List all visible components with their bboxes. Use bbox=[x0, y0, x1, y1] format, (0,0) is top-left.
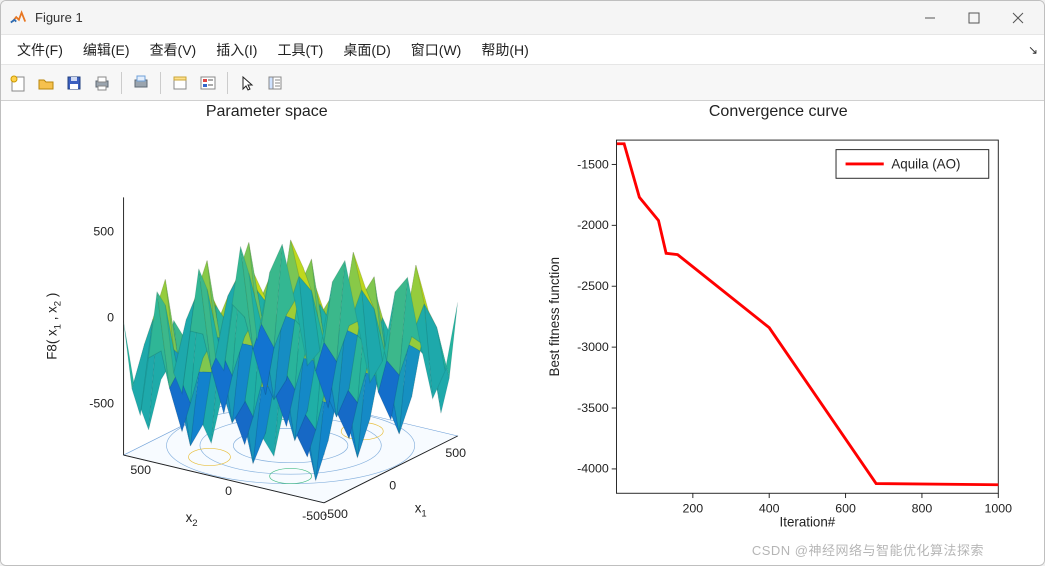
ztick: 500 bbox=[93, 225, 114, 239]
save-icon[interactable] bbox=[61, 70, 87, 96]
maximize-button[interactable] bbox=[952, 3, 996, 33]
xtick: 0 bbox=[389, 478, 396, 492]
xtick: 400 bbox=[758, 501, 779, 515]
pointer-icon[interactable] bbox=[234, 70, 260, 96]
minimize-button[interactable] bbox=[908, 3, 952, 33]
ztick: -500 bbox=[89, 396, 114, 410]
open-icon[interactable] bbox=[33, 70, 59, 96]
menu-edit[interactable]: 编辑(E) bbox=[73, 36, 140, 64]
xlabel: Iteration# bbox=[779, 515, 835, 530]
ytick: 0 bbox=[225, 484, 232, 498]
property-editor-icon[interactable] bbox=[262, 70, 288, 96]
menubar: 文件(F) 编辑(E) 查看(V) 插入(I) 工具(T) 桌面(D) 窗口(W… bbox=[1, 35, 1044, 65]
left-title: Parameter space bbox=[11, 101, 523, 121]
ytick: -3000 bbox=[577, 340, 609, 354]
toolbar bbox=[1, 65, 1044, 101]
matlab-app-icon bbox=[9, 9, 27, 27]
legend[interactable]: Aquila (AO) bbox=[836, 150, 989, 179]
print-icon[interactable] bbox=[89, 70, 115, 96]
menu-window[interactable]: 窗口(W) bbox=[401, 36, 472, 64]
convergence-plot: -4000 -3500 -3000 -2500 -2000 -1500 200 400 600… bbox=[523, 121, 1035, 541]
ylabel: x2 bbox=[186, 510, 198, 529]
close-button[interactable] bbox=[996, 3, 1040, 33]
ytick: -500 bbox=[302, 509, 327, 523]
surface-plot: -500 0 500 -500 0 500 500 0 -5 bbox=[11, 121, 523, 541]
window-title: Figure 1 bbox=[35, 10, 908, 25]
ytick: -3500 bbox=[577, 401, 609, 415]
menu-view[interactable]: 查看(V) bbox=[140, 36, 207, 64]
xtick: 1000 bbox=[984, 501, 1012, 515]
zlabel: F8( x1 , x2 ) bbox=[45, 293, 64, 360]
legend-entry: Aquila (AO) bbox=[891, 157, 960, 172]
axes-convergence-curve[interactable]: Convergence curve -4000 -3500 -3000 -2500 -2… bbox=[523, 101, 1035, 557]
right-title: Convergence curve bbox=[523, 101, 1035, 121]
figure-window: Figure 1 文件(F) 编辑(E) 查看(V) 插入(I) 工具(T) 桌… bbox=[0, 0, 1045, 566]
xtick: 500 bbox=[445, 446, 466, 460]
xlabel: x1 bbox=[415, 500, 427, 519]
undock-icon[interactable]: ↘ bbox=[1028, 43, 1038, 57]
ztick: 0 bbox=[107, 310, 114, 324]
menu-file[interactable]: 文件(F) bbox=[7, 36, 73, 64]
axes-parameter-space[interactable]: Parameter space bbox=[11, 101, 523, 557]
titlebar: Figure 1 bbox=[1, 1, 1044, 35]
ylabel: Best fitness function bbox=[547, 257, 562, 377]
hide-tools-icon[interactable] bbox=[167, 70, 193, 96]
menu-help[interactable]: 帮助(H) bbox=[471, 36, 538, 64]
toolbar-separator bbox=[121, 72, 122, 94]
ytick: 500 bbox=[130, 463, 151, 477]
xtick: 200 bbox=[682, 501, 703, 515]
xtick: 600 bbox=[835, 501, 856, 515]
legend-icon[interactable] bbox=[195, 70, 221, 96]
menu-insert[interactable]: 插入(I) bbox=[206, 36, 267, 64]
toolbar-separator bbox=[160, 72, 161, 94]
watermark: CSDN @神经网络与智能优化算法探索 bbox=[752, 540, 984, 559]
ytick: -1500 bbox=[577, 157, 609, 171]
menu-tools[interactable]: 工具(T) bbox=[267, 36, 333, 64]
ytick: -2500 bbox=[577, 279, 609, 293]
menu-desktop[interactable]: 桌面(D) bbox=[333, 36, 400, 64]
ytick: -4000 bbox=[577, 462, 609, 476]
xtick: 800 bbox=[911, 501, 932, 515]
figure-area: Parameter space bbox=[1, 101, 1044, 565]
ytick: -2000 bbox=[577, 218, 609, 232]
toolbar-separator bbox=[227, 72, 228, 94]
print-preview-icon[interactable] bbox=[128, 70, 154, 96]
new-figure-icon[interactable] bbox=[5, 70, 31, 96]
